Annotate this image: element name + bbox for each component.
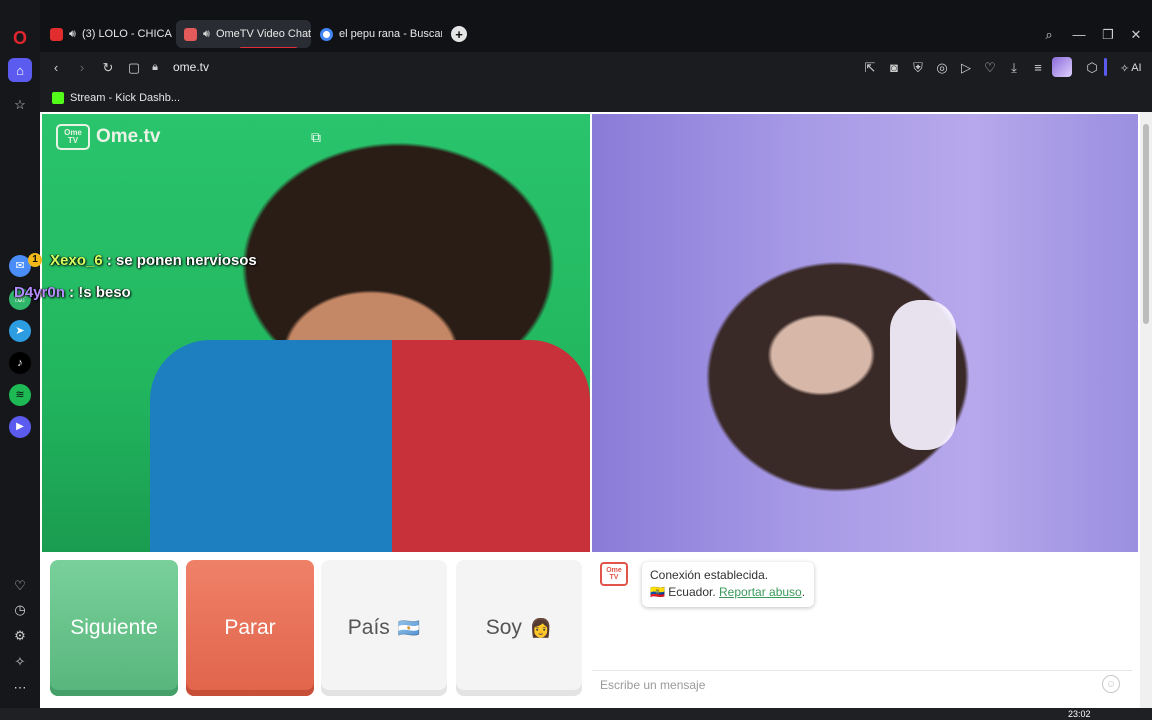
easy-setup-icon[interactable]: ≡ [1030, 59, 1046, 75]
overlay-chat-line: D4yr0n : !s beso [14, 284, 131, 301]
lock-icon[interactable]: 🔒︎ [148, 59, 162, 75]
scrollbar-thumb[interactable] [1143, 124, 1149, 324]
reload-icon[interactable]: ↻ [100, 59, 116, 75]
address-input[interactable]: ome.tv [173, 60, 209, 76]
history-icon[interactable]: ◷ [10, 600, 30, 618]
ometv-icon [184, 27, 197, 41]
home-icon[interactable]: ⌂ [8, 58, 32, 82]
forward-icon[interactable]: › [74, 59, 90, 75]
woman-icon: 👩 [529, 617, 553, 638]
adblock-shield-icon[interactable]: ⛨ [910, 59, 926, 75]
popout-video-icon[interactable]: ⧉ [308, 129, 324, 145]
pinboard-icon[interactable]: ☆ [8, 92, 32, 116]
next-button[interactable]: Siguiente [50, 560, 178, 696]
stop-label: Parar [224, 616, 276, 639]
notification-badge: 1 [28, 253, 42, 267]
aria-ai-button[interactable]: ✧ AI [1120, 60, 1142, 76]
chat-message: se ponen nerviosos [115, 252, 257, 269]
snapshot-icon[interactable]: ▢ [126, 59, 142, 75]
settings-gear-icon[interactable]: ⚙ [10, 626, 30, 644]
tab-label: OmeTV Video Chat — [215, 28, 311, 40]
country-label: País [347, 616, 390, 639]
windows-taskbar [0, 708, 1152, 720]
bookmark-heart-icon[interactable]: ♡ [982, 59, 998, 75]
argentina-flag-icon: 🇦🇷 [397, 617, 421, 638]
country-button[interactable]: País 🇦🇷 [321, 560, 447, 696]
ometv-wordmark: Ome.tv [96, 126, 161, 147]
tab-label: (3) LOLO - CHICA DE P [81, 28, 174, 40]
tab-ometv[interactable]: 🔊︎ OmeTV Video Chat — [176, 20, 311, 48]
camera-icon[interactable]: ◙ [886, 59, 902, 75]
translate-icon[interactable]: ◎ [934, 59, 950, 75]
chat-separator: : [102, 252, 116, 269]
connection-status: Conexión establecida. [650, 568, 769, 582]
bookmark-label: Stream - Kick Dashb... [70, 92, 181, 104]
search-tabs-icon[interactable]: ⌕ [1040, 26, 1058, 42]
aria-label: AI [1131, 62, 1142, 74]
heart-icon[interactable]: ♡ [10, 576, 30, 594]
telegram-icon[interactable]: ➤ [9, 320, 31, 342]
local-video-subject [150, 340, 590, 552]
back-icon[interactable]: ‹ [48, 59, 64, 75]
speaker-icon[interactable]: 🔊︎ [203, 28, 210, 41]
emoji-icon[interactable]: ☺ [1102, 675, 1120, 693]
tab-youtube[interactable]: 🔊︎ (3) LOLO - CHICA DE P [42, 20, 174, 48]
profile-avatar[interactable] [1052, 57, 1072, 77]
speaker-icon[interactable]: 🔊︎ [69, 28, 76, 41]
restore-button[interactable]: ❐ [1099, 26, 1117, 42]
next-label: Siguiente [70, 616, 158, 639]
system-message-bubble: Conexión establecida. 🇪🇨 Ecuador. Report… [642, 562, 814, 607]
remote-headphones [890, 300, 956, 450]
google-icon [320, 27, 333, 41]
message-input[interactable]: Escribe un mensaje [592, 670, 1132, 698]
new-tab-button[interactable]: + [451, 26, 467, 42]
bookmark-kick[interactable]: Stream - Kick Dashb... [52, 90, 180, 106]
lightbulb-icon[interactable]: ✧ [10, 652, 30, 670]
ometv-logo: Ome TV Ome.tv [56, 124, 160, 150]
share-icon[interactable]: ⇱ [862, 59, 878, 75]
spotify-icon[interactable]: ≋ [9, 384, 31, 406]
player-icon[interactable]: ▶ [9, 416, 31, 438]
aria-icon: ✧ [1120, 62, 1130, 75]
remote-video [592, 114, 1138, 552]
play-icon[interactable]: ▷ [958, 59, 974, 75]
tab-google[interactable]: el pepu rana - Buscar con [312, 20, 442, 48]
audio-playing-indicator [240, 47, 297, 48]
chat-user: Xexo_6 [50, 252, 103, 269]
youtube-icon [50, 27, 63, 41]
extensions-icon[interactable]: ⬡ [1084, 59, 1100, 75]
close-window-button[interactable]: ✕ [1127, 26, 1145, 42]
more-icon[interactable]: ⋯ [10, 678, 30, 696]
partner-country: Ecuador. [668, 585, 716, 599]
ometv-tv-icon: Ome TV [56, 124, 90, 150]
gender-label: Soy [485, 616, 522, 639]
ai-divider [1104, 58, 1107, 76]
chat-user: D4yr0n [14, 284, 65, 301]
tiktok-icon[interactable]: ♪ [9, 352, 31, 374]
chat-message: !s beso [78, 284, 131, 301]
stop-button[interactable]: Parar [186, 560, 314, 696]
gender-button[interactable]: Soy 👩 [456, 560, 582, 696]
ometv-avatar-icon: Ome TV [600, 562, 628, 586]
opera-logo-icon[interactable]: O [10, 28, 30, 48]
tab-label: el pepu rana - Buscar con [339, 28, 442, 40]
report-abuse-link[interactable]: Reportar abuso [719, 585, 802, 599]
taskbar-clock[interactable]: 23:02 [1068, 709, 1091, 719]
minimize-button[interactable]: — [1070, 26, 1088, 42]
download-icon[interactable]: ⤓ [1006, 59, 1022, 75]
bookmarks-bar [40, 84, 1152, 112]
message-placeholder: Escribe un mensaje [600, 677, 706, 692]
kick-icon [52, 92, 64, 104]
report-suffix: . [801, 585, 806, 599]
overlay-chat-line: Xexo_6 : se ponen nerviosos [50, 252, 257, 269]
chat-separator: : [64, 284, 79, 301]
ecuador-flag-icon: 🇪🇨 [650, 585, 665, 599]
opera-sidebar: O ⌂ ☆ ✉ ☏ ➤ ♪ ≋ ▶ ♡ ◷ ⚙ ✧ ⋯ [0, 0, 40, 708]
partner-country-line: 🇪🇨 Ecuador. Reportar abuso. [650, 585, 806, 599]
